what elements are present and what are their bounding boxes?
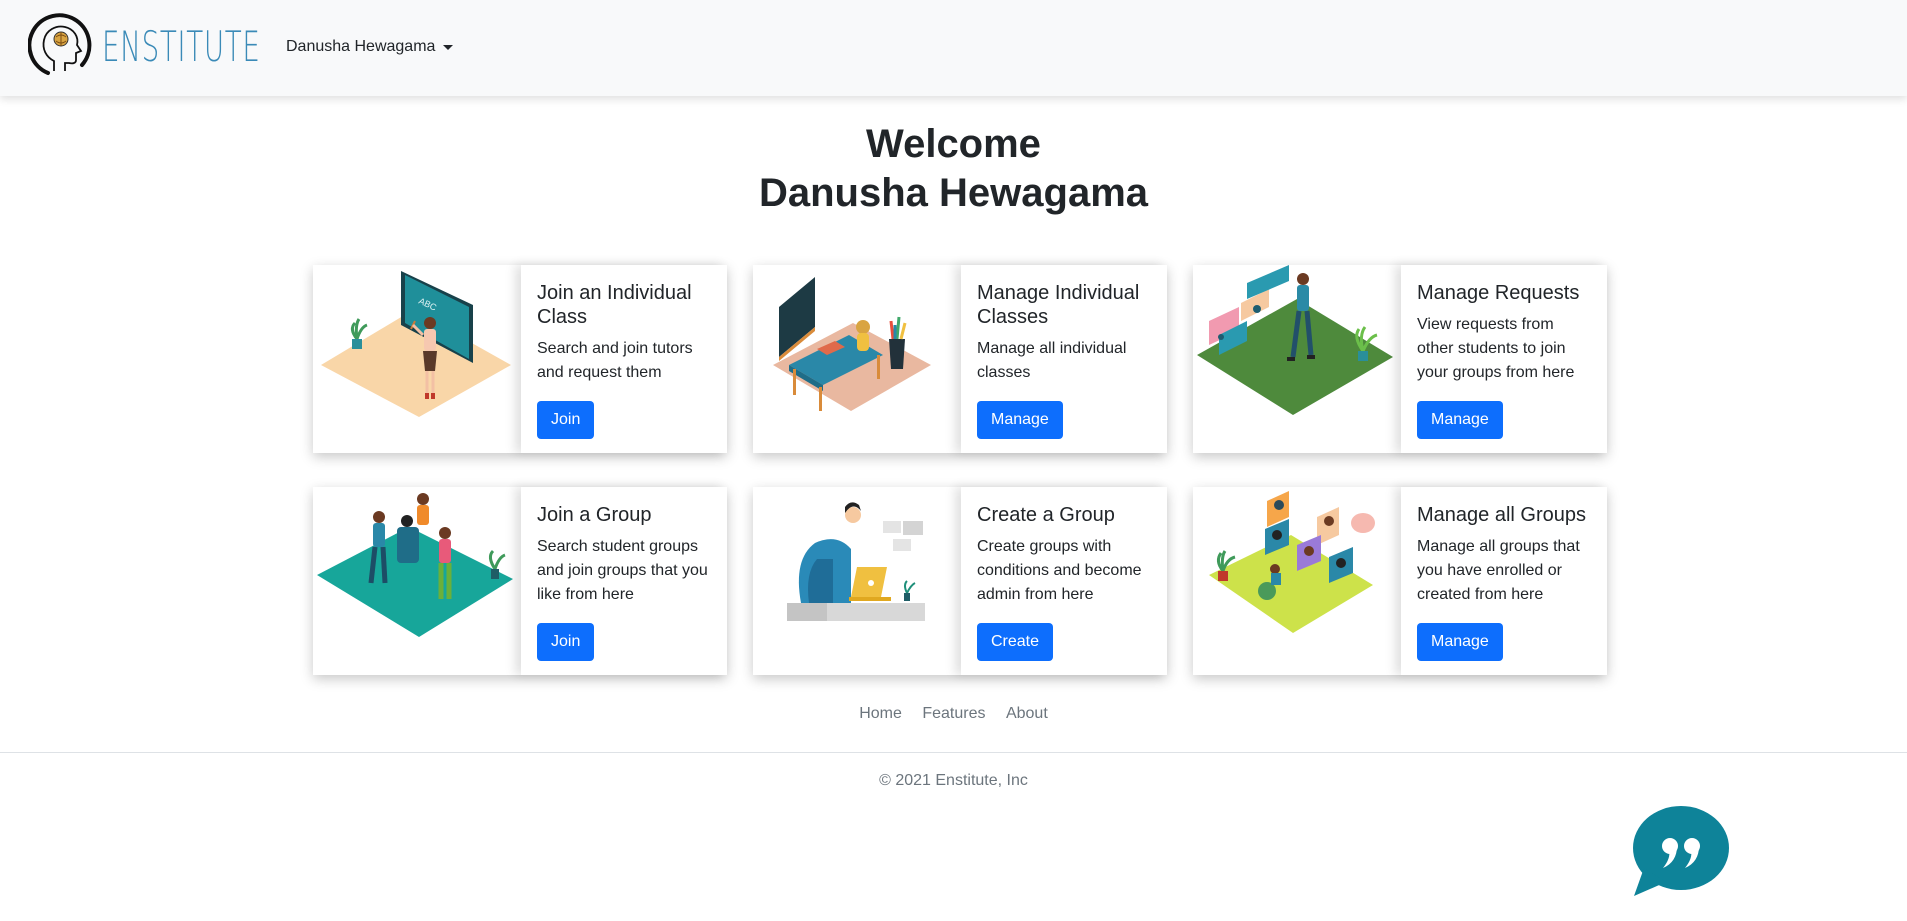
footer-link-home[interactable]: Home (859, 705, 902, 722)
card-title: Manage Requests (1417, 282, 1580, 304)
card-body: Manage all Groups Manage all groups that… (1401, 487, 1607, 675)
manage-individual-classes-button[interactable]: Manage (977, 401, 1063, 439)
manage-requests-button[interactable]: Manage (1417, 401, 1503, 439)
card-text: View requests from other students to joi… (1417, 316, 1575, 381)
user-dropdown[interactable]: Danusha Hewagama (286, 38, 454, 56)
card-manage-all-groups: Manage all Groups Manage all groups that… (1193, 487, 1607, 675)
user-name: Danusha Hewagama (286, 38, 436, 55)
footer-link-features[interactable]: Features (922, 705, 985, 722)
quote-chat-icon (1633, 806, 1729, 896)
card-text: Search and join tutors and request them (537, 340, 693, 381)
card-body: Join a Group Search student groups and j… (521, 487, 727, 675)
caret-down-icon (443, 44, 454, 50)
card-title: Manage Individual Classes (977, 282, 1140, 328)
welcome-heading: Welcome Danusha Hewagama (0, 120, 1907, 218)
manage-all-groups-button[interactable]: Manage (1417, 623, 1503, 661)
footer-link-about[interactable]: About (1006, 705, 1048, 722)
card-title: Manage all Groups (1417, 504, 1586, 526)
footer-divider (0, 752, 1907, 753)
card-body: Manage Individual Classes Manage all ind… (961, 265, 1167, 453)
welcome-user-name: Danusha Hewagama (758, 171, 1149, 215)
join-group-button[interactable]: Join (537, 623, 595, 661)
join-individual-class-button[interactable]: Join (537, 401, 595, 439)
create-group-button[interactable]: Create (977, 623, 1054, 661)
card-body: Manage Requests View requests from other… (1401, 265, 1607, 453)
card-text: Manage all groups that you have enrolled… (1417, 538, 1580, 603)
card-title: Join an Individual Class (537, 282, 692, 328)
welcome-line: Welcome (866, 122, 1041, 166)
card-manage-requests: Manage Requests View requests from other… (1193, 265, 1607, 453)
student-desk-illustration (753, 265, 959, 453)
requests-illustration (1193, 265, 1399, 453)
card-join-individual-class: ABC Join an Individual Class Search and … (313, 265, 727, 453)
laptop-user-illustration (753, 487, 959, 675)
card-body: Create a Group Create groups with condit… (961, 487, 1167, 675)
card-create-group: Create a Group Create groups with condit… (753, 487, 1167, 675)
card-text: Search student groups and join groups th… (537, 538, 708, 603)
brain-head-icon (28, 13, 92, 75)
card-title: Join a Group (537, 504, 652, 526)
card-text: Create groups with conditions and become… (977, 538, 1142, 603)
card-manage-individual-classes: Manage Individual Classes Manage all ind… (753, 265, 1167, 453)
card-body: Join an Individual Class Search and join… (521, 265, 727, 453)
copyright-text: © 2021 Enstitute, Inc (879, 772, 1028, 789)
chat-bubble-button[interactable] (1630, 806, 1730, 898)
card-text: Manage all individual classes (977, 340, 1127, 381)
footer-nav: Home Features About (0, 705, 1907, 723)
video-call-illustration (1193, 487, 1399, 675)
teacher-blackboard-illustration: ABC (313, 265, 519, 453)
navbar: ENSTITUTE Danusha Hewagama (0, 0, 1907, 96)
brand-name: ENSTITUTE (102, 22, 261, 71)
group-meeting-illustration (313, 487, 519, 675)
card-title: Create a Group (977, 504, 1115, 526)
card-join-group: Join a Group Search student groups and j… (313, 487, 727, 675)
